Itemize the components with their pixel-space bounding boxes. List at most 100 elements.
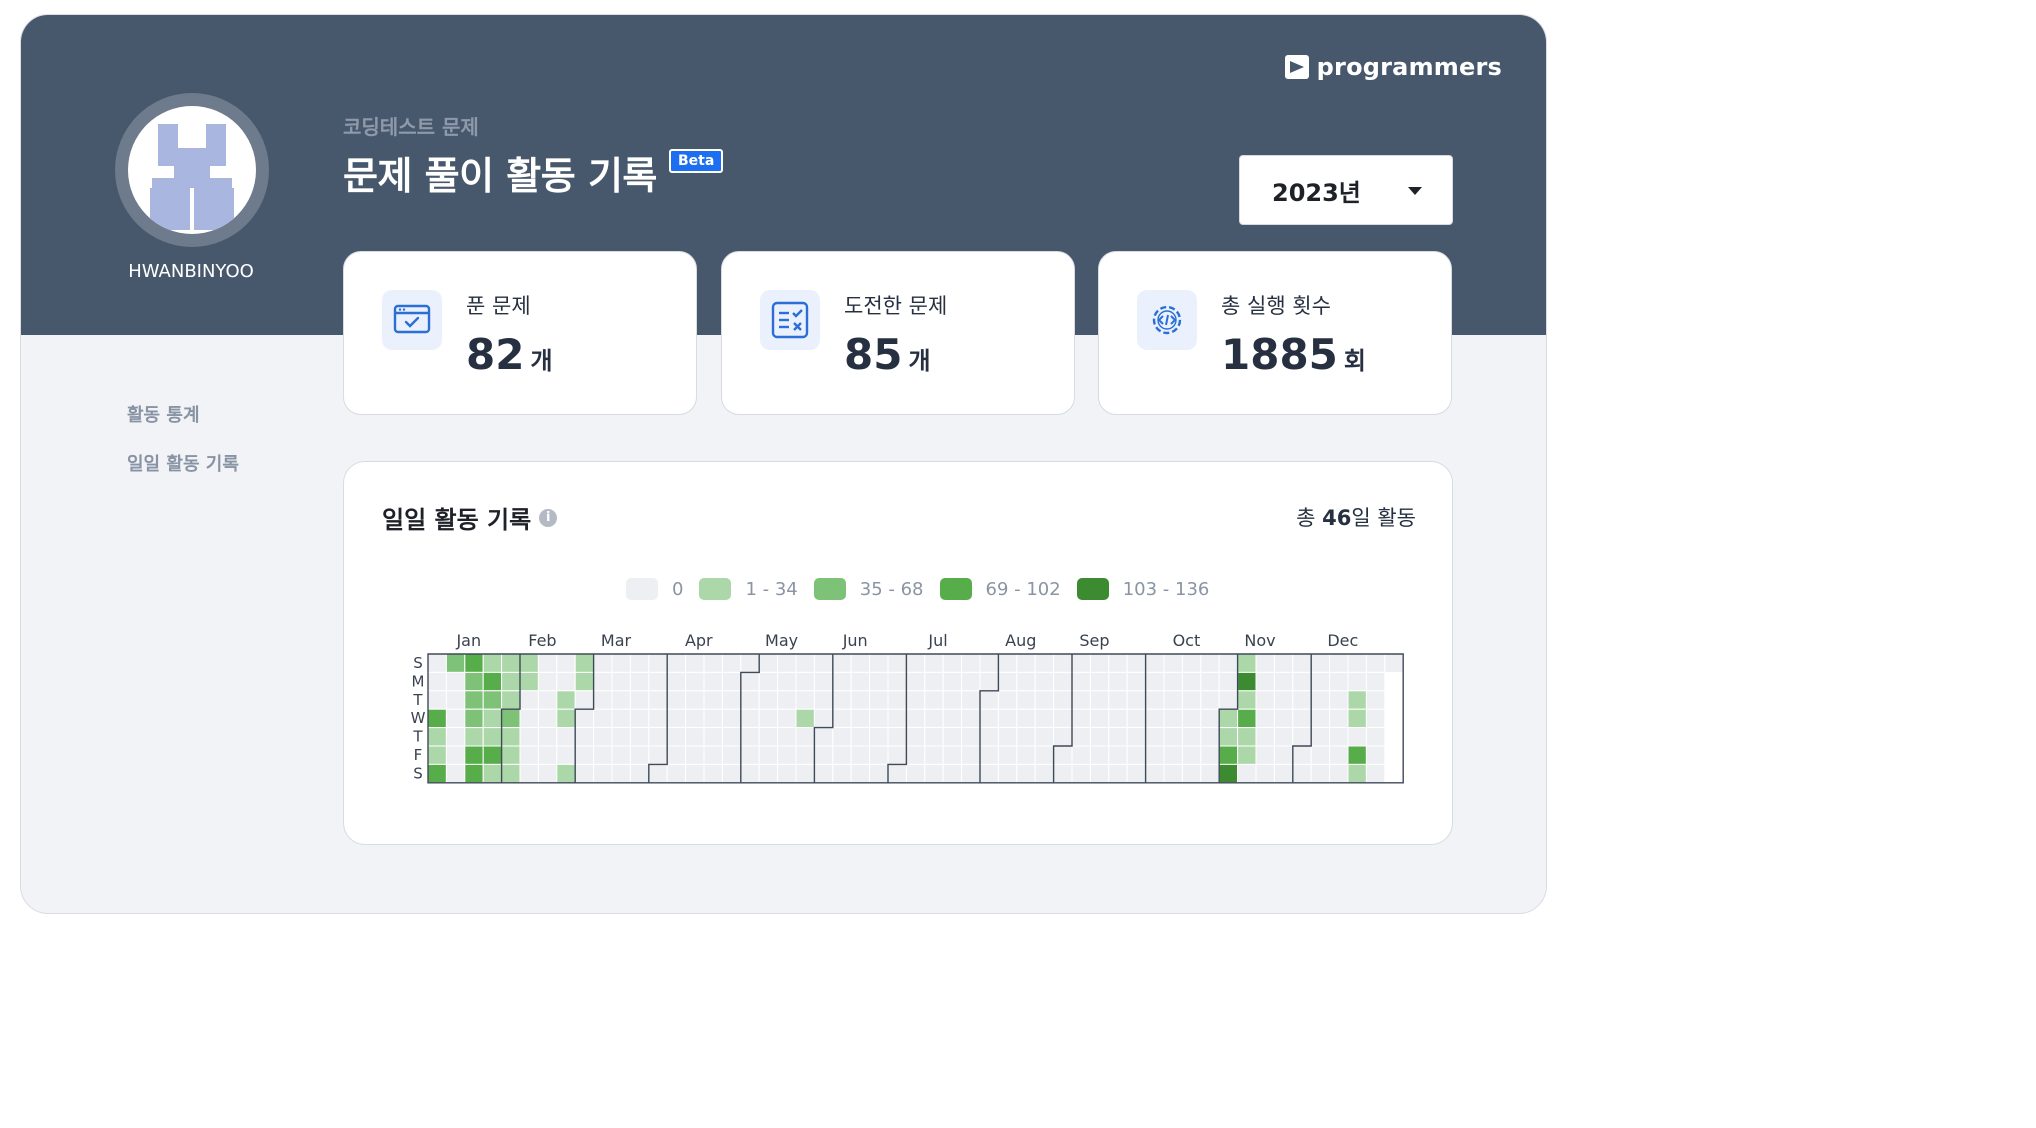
day-cell[interactable] [1329,763,1349,784]
day-cell[interactable] [850,690,871,710]
day-cell[interactable] [1329,745,1349,765]
day-cell[interactable] [813,671,834,692]
day-cell[interactable] [574,671,595,692]
day-cell[interactable] [427,745,447,765]
day-cell[interactable] [1126,745,1147,765]
day-cell[interactable] [832,727,852,747]
day-cell[interactable] [1034,708,1055,729]
day-cell[interactable] [427,727,447,747]
day-cell[interactable] [777,708,797,729]
day-cell[interactable] [1255,708,1275,729]
day-cell[interactable] [445,763,466,784]
day-cell[interactable] [482,745,503,765]
day-cell[interactable] [1016,708,1036,729]
day-cell[interactable] [997,708,1018,729]
day-cell[interactable] [685,708,705,729]
day-cell[interactable] [703,653,723,673]
day-cell[interactable] [961,763,981,784]
day-cell[interactable] [611,671,631,692]
day-cell[interactable] [482,708,503,729]
day-cell[interactable] [574,690,595,710]
day-cell[interactable] [1163,763,1183,784]
day-cell[interactable] [777,653,797,673]
day-cell[interactable] [1237,671,1257,692]
day-cell[interactable] [685,671,705,692]
day-cell[interactable] [1347,745,1367,765]
day-cell[interactable] [1218,671,1239,692]
day-cell[interactable] [648,653,668,673]
day-cell[interactable] [961,708,981,729]
day-cell[interactable] [758,708,779,729]
day-cell[interactable] [1292,745,1312,765]
day-cell[interactable] [501,653,521,673]
day-cell[interactable] [1292,727,1312,747]
day-cell[interactable] [427,653,447,673]
day-cell[interactable] [942,671,963,692]
day-cell[interactable] [519,690,539,710]
day-cell[interactable] [795,745,815,765]
day-cell[interactable] [482,690,503,710]
day-cell[interactable] [593,690,613,710]
day-cell[interactable] [721,727,742,747]
day-cell[interactable] [593,763,613,784]
day-cell[interactable] [1089,745,1110,765]
day-cell[interactable] [740,653,760,673]
day-cell[interactable] [1310,690,1331,710]
day-cell[interactable] [832,745,852,765]
day-cell[interactable] [887,745,907,765]
day-cell[interactable] [1145,708,1165,729]
day-cell[interactable] [666,727,687,747]
day-cell[interactable] [721,745,742,765]
day-cell[interactable] [721,763,742,784]
day-cell[interactable] [593,727,613,747]
day-cell[interactable] [537,671,558,692]
day-cell[interactable] [611,708,631,729]
day-cell[interactable] [1273,763,1294,784]
day-cell[interactable] [1347,763,1367,784]
day-cell[interactable] [942,708,963,729]
day-cell[interactable] [1126,708,1147,729]
day-cell[interactable] [537,653,558,673]
day-cell[interactable] [427,708,447,729]
day-cell[interactable] [795,671,815,692]
day-cell[interactable] [777,727,797,747]
day-cell[interactable] [979,763,999,784]
day-cell[interactable] [887,727,907,747]
day-cell[interactable] [1365,708,1386,729]
day-cell[interactable] [1218,653,1239,673]
day-cell[interactable] [1329,653,1349,673]
day-cell[interactable] [1181,763,1202,784]
day-cell[interactable] [1237,763,1257,784]
day-cell[interactable] [519,671,539,692]
day-cell[interactable] [1053,763,1073,784]
day-cell[interactable] [924,763,944,784]
day-cell[interactable] [537,690,558,710]
day-cell[interactable] [1181,671,1202,692]
day-cell[interactable] [1016,727,1036,747]
day-cell[interactable] [574,763,595,784]
day-cell[interactable] [445,745,466,765]
day-cell[interactable] [887,690,907,710]
day-cell[interactable] [850,653,871,673]
day-cell[interactable] [1200,653,1220,673]
day-cell[interactable] [997,745,1018,765]
day-cell[interactable] [1292,708,1312,729]
day-cell[interactable] [1163,745,1183,765]
day-cell[interactable] [1329,727,1349,747]
day-cell[interactable] [593,671,613,692]
day-cell[interactable] [1310,745,1331,765]
day-cell[interactable] [1034,671,1055,692]
day-cell[interactable] [1255,727,1275,747]
day-cell[interactable] [1218,727,1239,747]
day-cell[interactable] [905,727,926,747]
day-cell[interactable] [832,690,852,710]
day-cell[interactable] [1292,690,1312,710]
day-cell[interactable] [427,671,447,692]
day-cell[interactable] [905,653,926,673]
day-cell[interactable] [1089,727,1110,747]
day-cell[interactable] [961,653,981,673]
day-cell[interactable] [1071,708,1091,729]
day-cell[interactable] [1126,763,1147,784]
day-cell[interactable] [1108,708,1128,729]
day-cell[interactable] [1071,690,1091,710]
